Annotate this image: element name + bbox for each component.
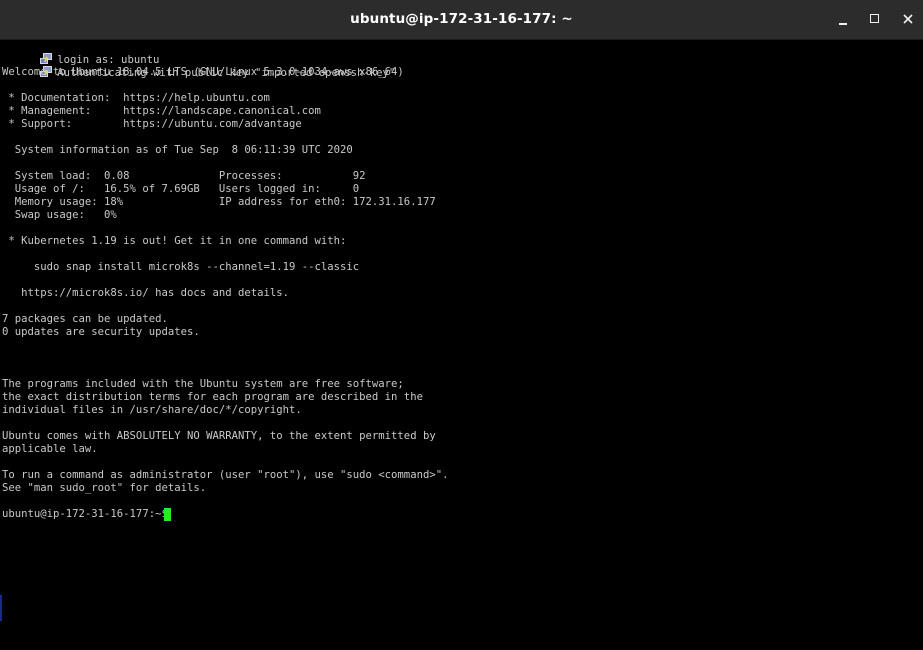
shell-prompt[interactable]: ubuntu@ip-172-31-16-177:~$	[2, 508, 174, 521]
terminal-line-sysinfo: System information as of Tue Sep 8 06:11…	[2, 144, 353, 156]
terminal-line-free3: individual files in /usr/share/doc/*/cop…	[2, 404, 302, 416]
terminal-line-welcome: Welcome to Ubuntu 18.04.5 LTS (GNU/Linux…	[2, 66, 404, 78]
maximize-icon	[870, 14, 879, 23]
terminal-output[interactable]: login as: ubuntu Authenticating with pub…	[0, 40, 923, 650]
close-icon	[903, 14, 913, 24]
window-title: ubuntu@ip-172-31-16-177: ~	[350, 11, 573, 27]
terminal-line-mgmt: * Management: https://landscape.canonica…	[2, 105, 321, 117]
terminal-line-doc: * Documentation: https://help.ubuntu.com	[2, 92, 270, 104]
terminal-line-pkgs: 7 packages can be updated.	[2, 313, 168, 325]
terminal-line-support: * Support: https://ubuntu.com/advantage	[2, 118, 302, 130]
title-bar[interactable]: ubuntu@ip-172-31-16-177: ~	[0, 0, 923, 40]
terminal-line-memory: Memory usage: 18% IP address for eth0: 1…	[2, 196, 436, 208]
terminal-line-root1: To run a command as administrator (user …	[2, 469, 449, 481]
terminal-line-docs: https://microk8s.io/ has docs and detail…	[2, 287, 290, 299]
maximize-button[interactable]	[865, 8, 887, 30]
terminal-line-k8s: * Kubernetes 1.19 is out! Get it in one …	[2, 235, 347, 247]
terminal-line-snap: sudo snap install microk8s --channel=1.1…	[2, 261, 360, 273]
terminal-line-login: login as: ubuntu	[2, 40, 159, 66]
minimize-icon	[839, 23, 847, 25]
terminal-line-usage: Usage of /: 16.5% of 7.69GB Users logged…	[2, 183, 360, 195]
terminal-window: ubuntu@ip-172-31-16-177: ~ login as: ubu…	[0, 0, 923, 650]
minimize-button[interactable]	[833, 8, 855, 30]
terminal-line-free1: The programs included with the Ubuntu sy…	[2, 378, 404, 390]
terminal-line-sysload: System load: 0.08 Processes: 92	[2, 170, 366, 182]
terminal-line-auth: Authenticating with public key "imported…	[2, 53, 395, 79]
terminal-line-warranty2: applicable law.	[2, 443, 98, 455]
terminal-line-security: 0 updates are security updates.	[2, 326, 200, 338]
terminal-line-swap: Swap usage: 0%	[2, 209, 117, 221]
terminal-cursor	[164, 508, 171, 521]
terminal-line-free2: the exact distribution terms for each pr…	[2, 391, 423, 403]
close-button[interactable]	[898, 8, 920, 30]
terminal-line-warranty1: Ubuntu comes with ABSOLUTELY NO WARRANTY…	[2, 430, 436, 442]
window-edge-marker	[0, 595, 2, 621]
terminal-line-root2: See "man sudo_root" for details.	[2, 482, 207, 494]
